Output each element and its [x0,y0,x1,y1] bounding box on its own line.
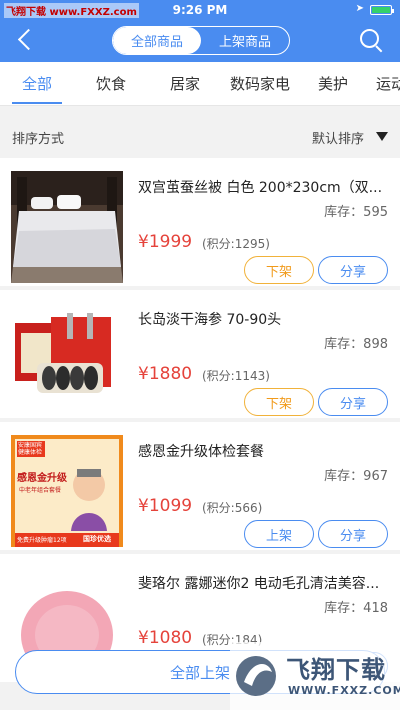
status-bar: 飞翔下载 www.FXXZ.com 9:26 PM ➤ [0,0,400,20]
active-tab-indicator [12,102,62,104]
product-image-health-checkup[interactable]: 安康国宾健康体检 感恩金升级 中老年组合套餐 免费升级肿瘤12项 国珍优选 [11,435,123,547]
list-all-label: 全部上架 [169,663,230,682]
checkup-banner-title: 感恩金升级 [17,473,67,484]
product-price: ¥1080 [138,628,193,648]
category-tab-home[interactable]: 居家 [170,73,200,94]
share-button[interactable]: 分享 [318,256,388,284]
logo-text: 飞翔下载 [286,656,386,684]
category-tab-bar: 全部 饮食 居家 数码家电 美护 运动 [0,62,400,106]
product-image-sea-cucumber[interactable] [11,303,123,415]
product-stock: 库存：418 [324,601,388,616]
tab-listed-products[interactable]: 上架商品 [201,27,289,54]
checkup-banner-brand: 国珍优选 [83,535,111,543]
tab-all-products[interactable]: 全部商品 [113,27,201,54]
product-price: ¥1999 [138,232,193,252]
share-button[interactable]: 分享 [318,520,388,548]
product-filter-segmented-control: 全部商品 上架商品 [112,26,290,55]
logo-url: WWW.FXXZ.COM [288,684,400,697]
battery-icon [370,5,394,15]
sort-dropdown[interactable]: 默认排序 [312,128,364,147]
dropdown-triangle-icon[interactable] [376,132,388,141]
list-button[interactable]: 上架 [244,520,314,548]
product-image-silk-quilt[interactable] [11,171,123,283]
sort-bar: 排序方式 默认排序 [0,120,400,154]
product-points: (积分:1143) [202,369,270,383]
share-button[interactable]: 分享 [318,388,388,416]
product-stock: 库存：967 [324,469,388,484]
checkup-banner-bottom: 免费升级肿瘤12项 [17,537,67,544]
product-title[interactable]: 长岛淡干海参 70-90头 [138,309,392,329]
search-button[interactable] [358,28,384,54]
fxxz-watermark-logo: 飞翔下载 WWW.FXXZ.COM [230,642,400,710]
checkup-banner-top: 安康国宾健康体检 [17,441,45,457]
product-stock: 库存：898 [324,337,388,352]
category-tab-sports[interactable]: 运动 [376,73,400,94]
product-title[interactable]: 双宫茧蚕丝被 白色 200*230cm（双... [138,177,392,197]
status-time: 9:26 PM [172,3,228,17]
checkup-banner-sub: 中老年组合套餐 [19,487,62,494]
product-list-item: 双宫茧蚕丝被 白色 200*230cm（双... 库存：595 ¥1999 (积… [0,158,400,286]
sort-label: 排序方式 [12,132,65,147]
location-arrow-icon: ➤ [355,3,364,14]
product-price: ¥1099 [138,496,193,516]
product-title[interactable]: 斐珞尔 露娜迷你2 电动毛孔清洁美容... [138,573,392,593]
category-tab-food[interactable]: 饮食 [96,73,126,94]
top-navigation-bar: 飞翔下载 www.FXXZ.com 9:26 PM ➤ 全部商品 上架商品 [0,0,400,62]
category-tab-all[interactable]: 全部 [22,73,52,94]
product-stock: 库存：595 [324,205,388,220]
product-points: (积分:1295) [202,237,270,251]
product-points: (积分:566) [202,501,263,515]
product-list-item: 长岛淡干海参 70-90头 库存：898 ¥1880 (积分:1143) 下架 … [0,290,400,418]
unlist-button[interactable]: 下架 [244,388,314,416]
product-price: ¥1880 [138,364,193,384]
unlist-button[interactable]: 下架 [244,256,314,284]
product-list-item: 安康国宾健康体检 感恩金升级 中老年组合套餐 免费升级肿瘤12项 国珍优选 感恩… [0,422,400,550]
product-title[interactable]: 感恩金升级体检套餐 [138,441,392,461]
category-tab-beauty[interactable]: 美护 [318,73,348,94]
category-tab-electronics[interactable]: 数码家电 [230,73,290,94]
back-button[interactable] [12,26,40,54]
